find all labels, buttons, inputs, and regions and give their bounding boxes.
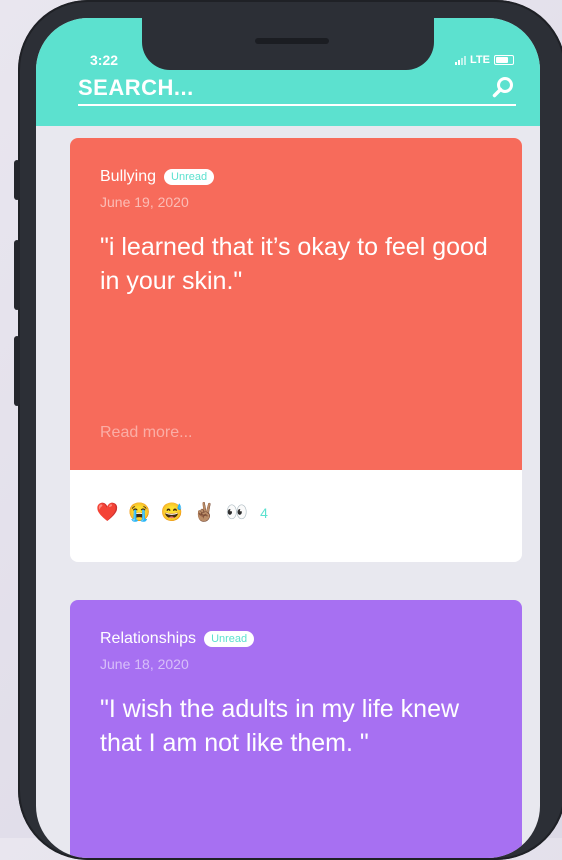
volume-up-button	[14, 240, 20, 310]
category-row: Relationships Unread	[100, 630, 255, 648]
search-bar	[78, 74, 516, 106]
notch	[142, 18, 434, 70]
volume-down-button	[14, 336, 20, 406]
story-date: June 19, 2020	[100, 194, 189, 210]
eyes-reaction-icon[interactable]: 👀	[226, 502, 248, 523]
speaker-grille	[255, 38, 329, 44]
unread-badge: Unread	[164, 169, 215, 185]
category-label: Relationships	[100, 630, 197, 647]
sweat-smile-reaction-icon[interactable]: 😅	[161, 502, 183, 523]
search-input[interactable]	[78, 74, 468, 102]
mute-switch	[14, 160, 20, 200]
app-screen: 3:22 LTE Bullying Unread June 19, 2020 "	[36, 18, 540, 858]
network-label: LTE	[470, 54, 490, 66]
story-card-body: Bullying Unread June 19, 2020 "i learned…	[70, 138, 522, 470]
peace-hand-reaction-icon[interactable]: ✌🏽	[193, 502, 215, 523]
story-card[interactable]: Bullying Unread June 19, 2020 "i learned…	[70, 138, 522, 562]
heart-reaction-icon[interactable]: ❤️	[96, 502, 118, 523]
story-card-body: Relationships Unread June 18, 2020 "I wi…	[70, 600, 522, 858]
reaction-count: 4	[260, 504, 268, 521]
battery-icon	[494, 55, 514, 65]
category-row: Bullying Unread	[100, 168, 215, 186]
unread-badge: Unread	[204, 631, 255, 647]
status-time: 3:22	[90, 52, 119, 68]
category-label: Bullying	[100, 168, 157, 185]
crying-reaction-icon[interactable]: 😭	[128, 502, 150, 523]
story-quote: "I wish the adults in my life knew that …	[100, 695, 460, 757]
story-card[interactable]: Relationships Unread June 18, 2020 "I wi…	[70, 600, 522, 858]
story-date: June 18, 2020	[100, 656, 189, 672]
reactions-row: ❤️ 😭 😅 ✌🏽 👀 4	[96, 502, 268, 523]
story-quote: "i learned that it’s okay to feel good i…	[100, 233, 488, 295]
read-more-link[interactable]: Read more...	[100, 424, 192, 442]
search-icon[interactable]	[492, 76, 514, 98]
status-icons: LTE	[455, 54, 514, 66]
signal-icon	[455, 55, 467, 65]
